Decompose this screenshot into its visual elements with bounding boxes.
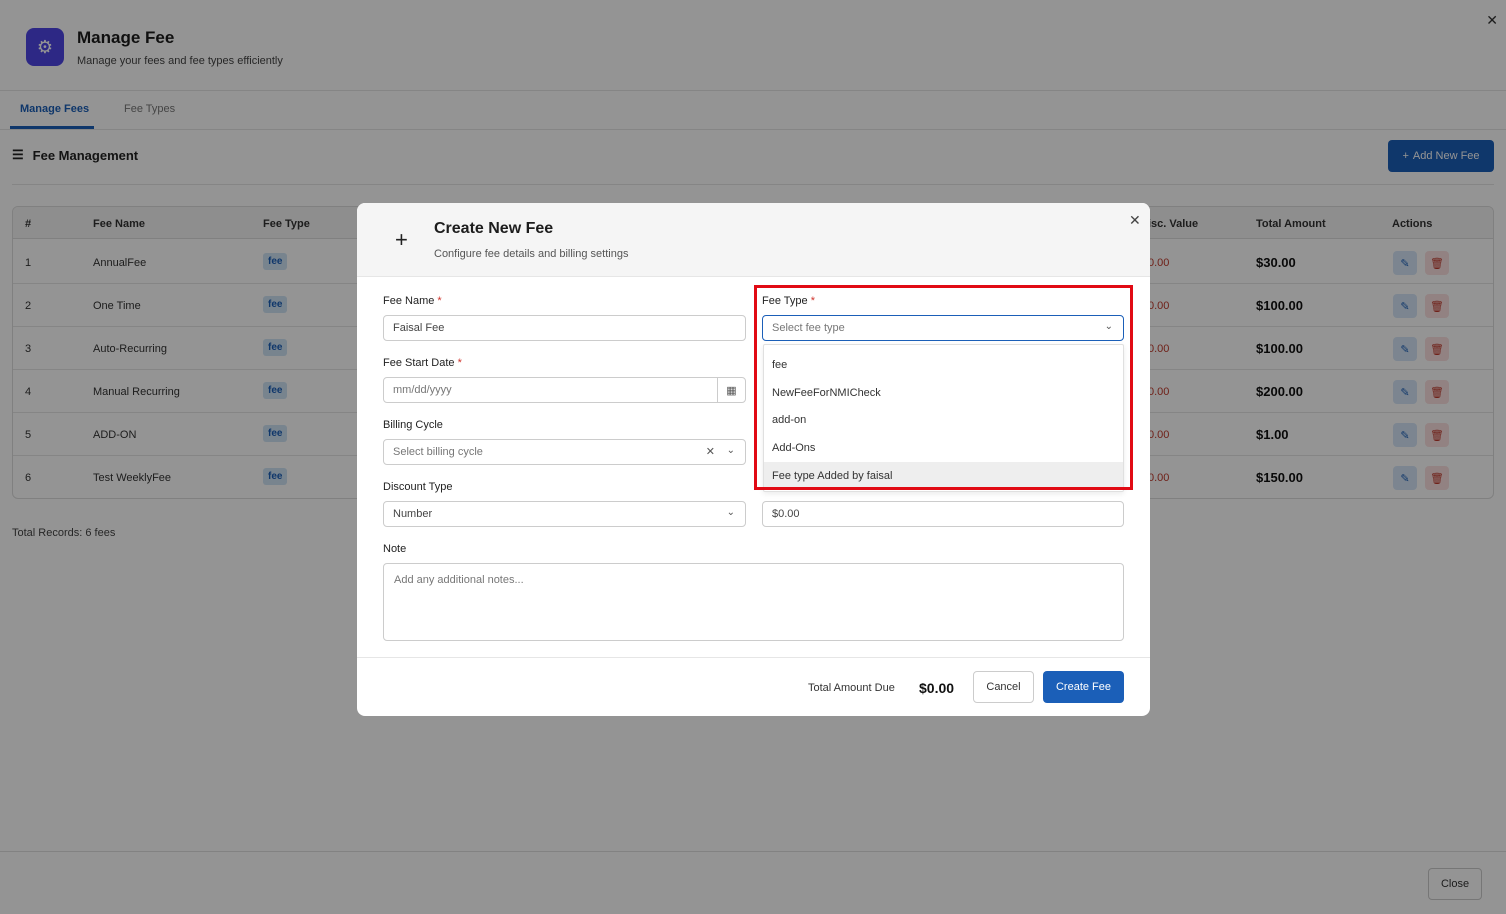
note-placeholder: Add any additional notes... (394, 574, 524, 586)
required-marker: * (457, 357, 462, 369)
required-marker: * (437, 295, 442, 307)
fee-name-value: Faisal Fee (393, 322, 445, 334)
plus-icon: + (395, 227, 408, 252)
fee-name-label: Fee Name * (383, 295, 442, 307)
fee-name-input[interactable]: Faisal Fee (383, 315, 746, 341)
discount-type-select[interactable]: Number ⌄ (383, 501, 746, 527)
cancel-button[interactable]: Cancel (973, 671, 1034, 703)
fee-start-date-label: Fee Start Date * (383, 357, 462, 369)
discount-value: $0.00 (772, 508, 800, 520)
note-textarea[interactable]: Add any additional notes... (383, 563, 1124, 641)
create-fee-button[interactable]: Create Fee (1043, 671, 1124, 703)
discount-type-label: Discount Type (383, 481, 453, 493)
discount-input[interactable]: $0.00 (762, 501, 1124, 527)
fee-start-date-input[interactable]: mm/dd/yyyy ▦ (383, 377, 746, 403)
fee-name-label-text: Fee Name (383, 295, 435, 307)
create-fee-modal: + Create New Fee Configure fee details a… (357, 203, 1150, 716)
fee-start-date-placeholder: mm/dd/yyyy (393, 384, 452, 396)
total-amount-due-label: Total Amount Due (808, 682, 895, 694)
modal-title: Create New Fee (434, 220, 554, 237)
total-amount-due-value: $0.00 (919, 680, 955, 696)
discount-type-value: Number (393, 508, 433, 520)
modal-subtitle: Configure fee details and billing settin… (434, 248, 629, 260)
fee-start-date-label-text: Fee Start Date (383, 357, 455, 369)
note-label: Note (383, 543, 407, 555)
modal-footer: Total Amount Due $0.00 Cancel Create Fee (357, 657, 1150, 716)
billing-cycle-placeholder: Select billing cycle (393, 446, 483, 458)
highlight-box (754, 285, 1133, 490)
modal-header: + Create New Fee Configure fee details a… (357, 203, 1150, 277)
clear-icon[interactable]: ✕ (706, 445, 715, 458)
chevron-down-icon: ⌄ (726, 445, 735, 456)
billing-cycle-select[interactable]: Select billing cycle ✕ ⌄ (383, 439, 746, 465)
chevron-down-icon: ⌄ (726, 507, 735, 518)
close-icon[interactable]: ✕ (1129, 212, 1141, 229)
calendar-icon[interactable]: ▦ (717, 378, 745, 402)
billing-cycle-label: Billing Cycle (383, 419, 443, 431)
